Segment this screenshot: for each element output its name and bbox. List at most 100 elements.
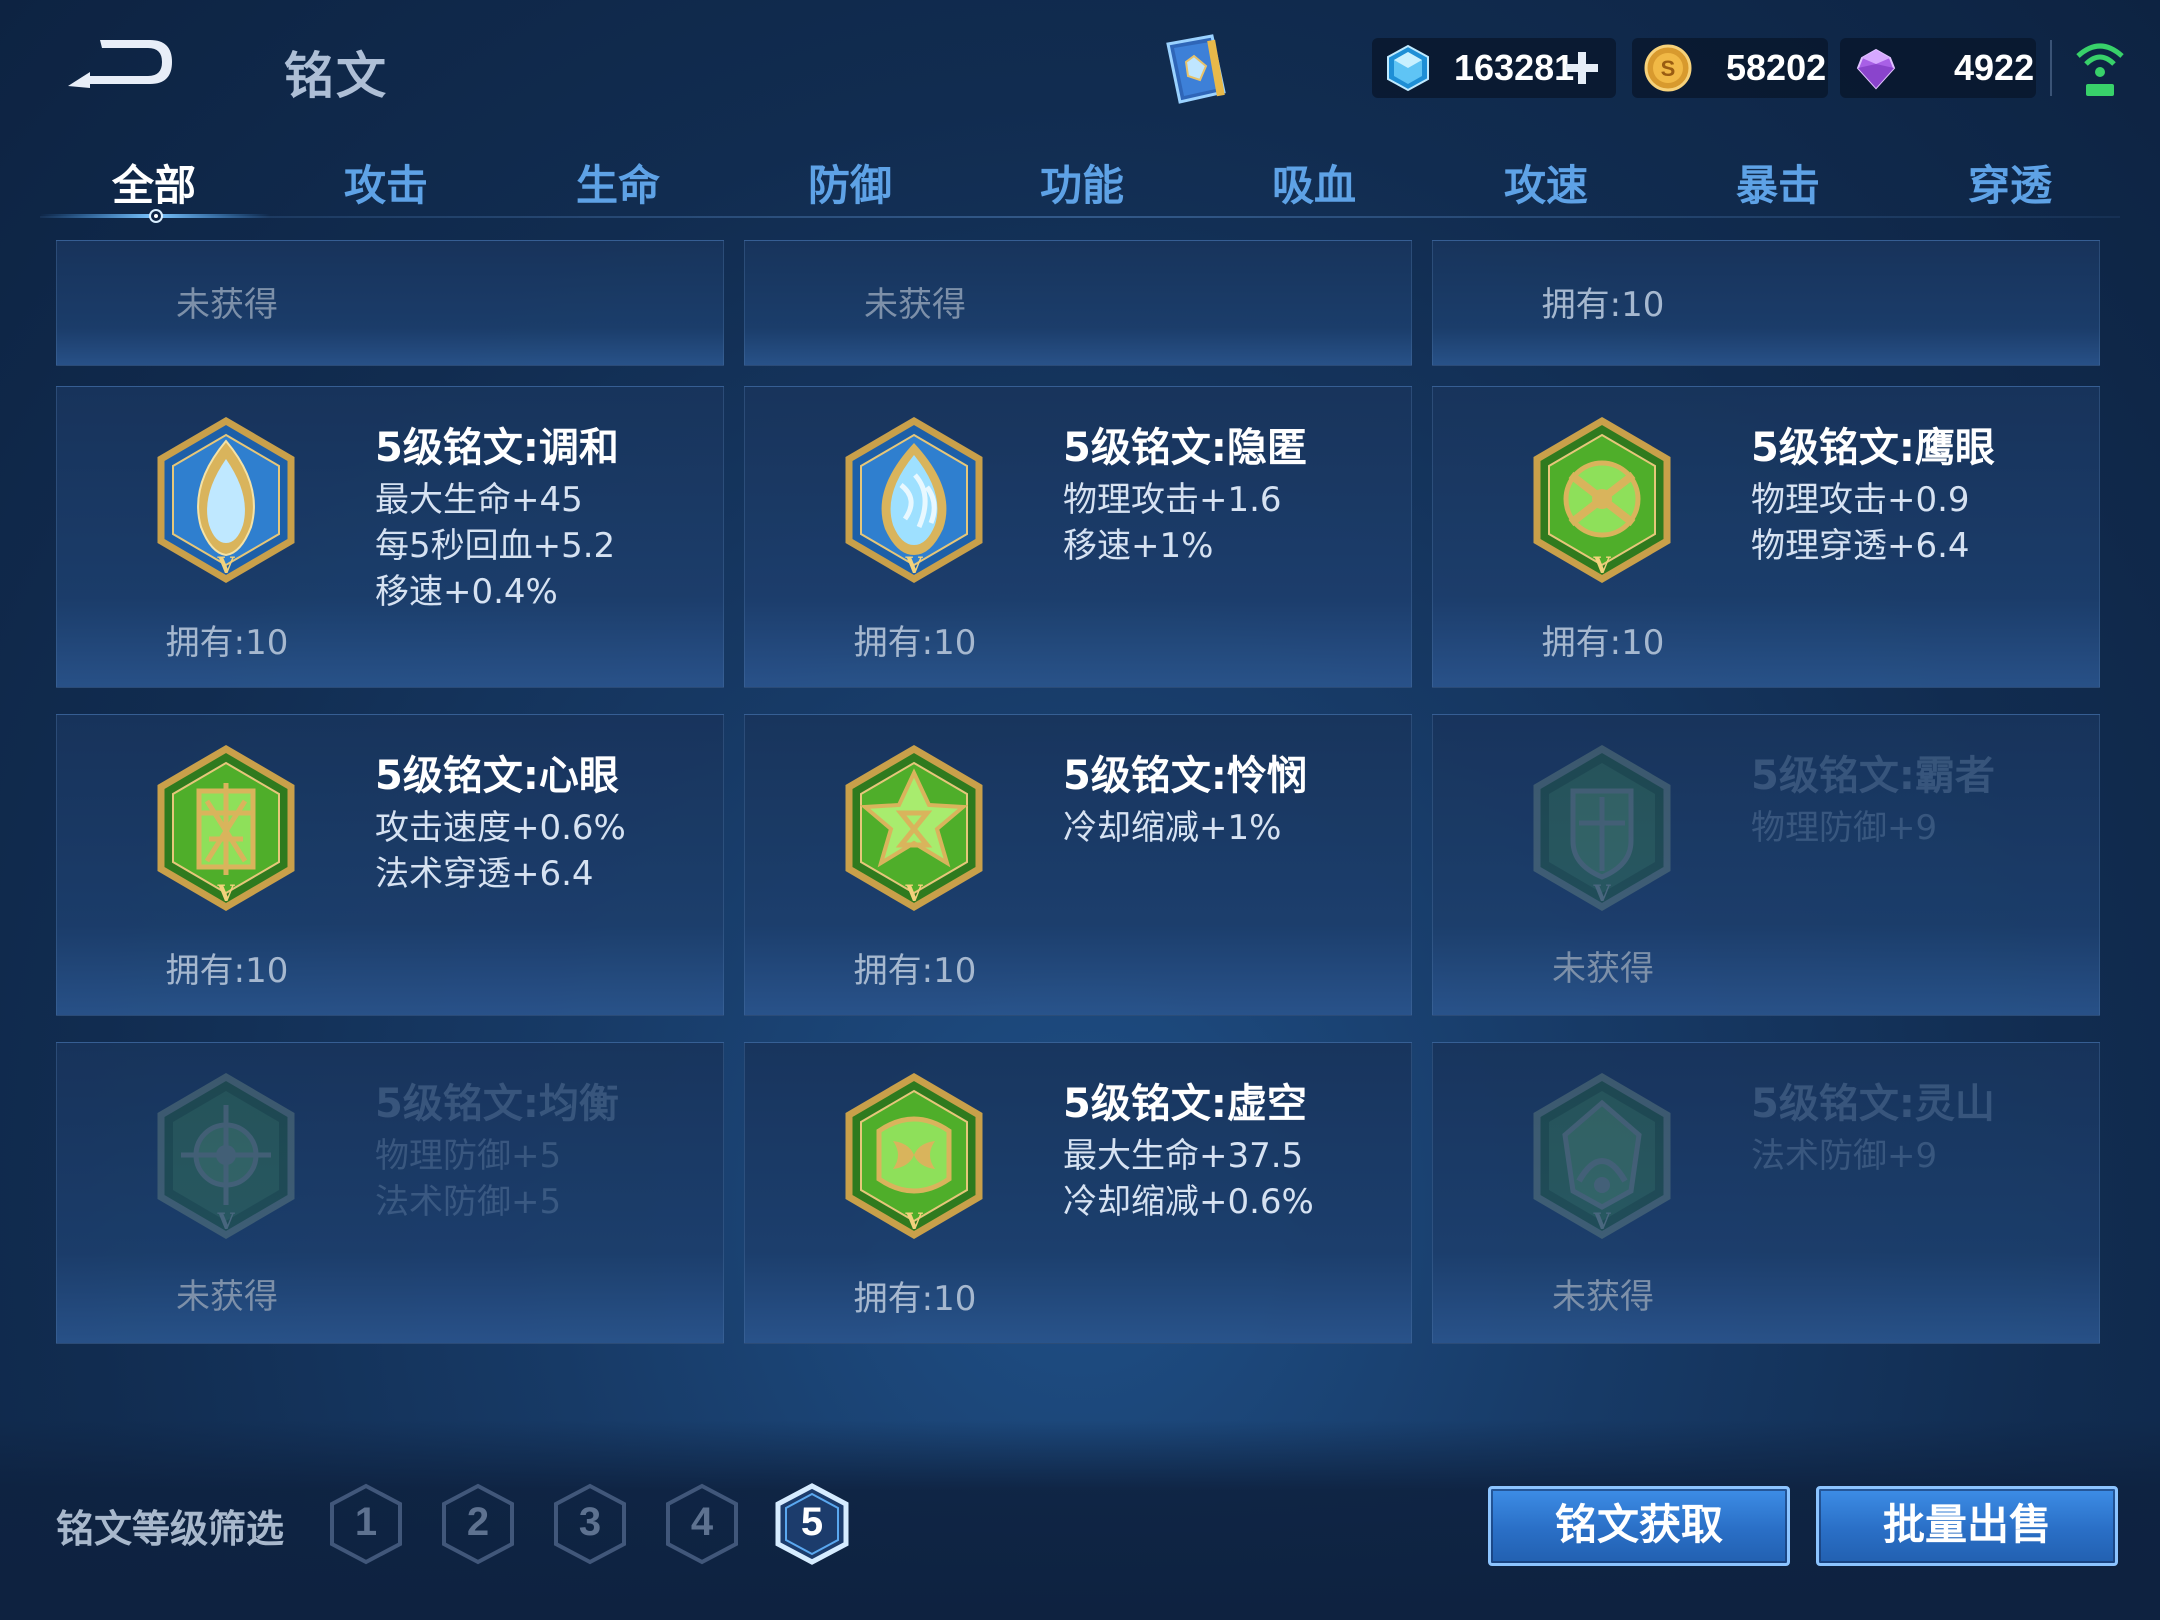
level-filter-5[interactable]: 5: [774, 1482, 850, 1566]
rune-stat: 冷却缩减+0.6%: [1063, 1182, 1314, 1222]
coin-amount: 58202: [1726, 47, 1827, 88]
level-number: 2: [466, 1500, 490, 1544]
diamond-currency: 163281: [1372, 38, 1616, 98]
rune-stat: 物理穿透+6.4: [1751, 526, 1970, 566]
svg-text:V: V: [216, 881, 235, 907]
rune-card[interactable]: 未获得: [744, 240, 1412, 366]
diamond-amount: 163281: [1454, 47, 1575, 88]
rune-card[interactable]: 未获得: [56, 240, 724, 366]
tab-penetration[interactable]: 穿透: [1920, 152, 2100, 213]
tab-health[interactable]: 生命: [528, 152, 708, 213]
owned-count: 拥有:10: [165, 623, 289, 663]
compassion-emblem-icon: V: [845, 744, 983, 912]
rune-name: 5级铭文:怜悯: [1063, 753, 1307, 799]
rune-card-mind-eye[interactable]: V 5级铭文:心眼 攻击速度+0.6% 法术穿透+6.4 拥有:10: [56, 714, 724, 1016]
level-number: 3: [578, 1500, 602, 1544]
rune-name: 5级铭文:霸者: [1751, 753, 1995, 799]
gold-coin-icon: S: [1644, 44, 1692, 92]
rune-card-balance[interactable]: V 5级铭文:均衡 物理防御+5 法术防御+5 未获得: [56, 1042, 724, 1344]
owned-status: 未获得: [864, 285, 966, 325]
bottom-bar: 铭文等级筛选 1 2 3 4 5 铭文获取 批量出售: [0, 1420, 2160, 1620]
rune-name: 5级铭文:隐匿: [1063, 425, 1307, 471]
tab-defense[interactable]: 防御: [760, 152, 940, 213]
void-emblem-icon: V: [845, 1072, 983, 1240]
back-button[interactable]: [62, 30, 182, 100]
svg-text:V: V: [216, 553, 235, 579]
tab-lifesteal[interactable]: 吸血: [1224, 152, 1404, 213]
harmony-emblem-icon: V: [157, 416, 295, 584]
rune-card-compassion[interactable]: V 5级铭文:怜悯 冷却缩减+1% 拥有:10: [744, 714, 1412, 1016]
add-currency-button[interactable]: [1562, 48, 1602, 88]
coin-currency: S 58202: [1632, 38, 1828, 98]
rune-name: 5级铭文:均衡: [375, 1081, 619, 1127]
rune-stats: 最大生命+37.5 冷却缩减+0.6%: [1063, 1133, 1314, 1225]
level-filter-label: 铭文等级筛选: [56, 1507, 285, 1551]
tab-attack[interactable]: 攻击: [296, 152, 476, 213]
rune-card-hawkeye[interactable]: V 5级铭文:鹰眼 物理攻击+0.9 物理穿透+6.4 拥有:10: [1432, 386, 2100, 688]
rune-stats: 法术防御+9: [1751, 1133, 1937, 1179]
header-divider: [2050, 40, 2052, 96]
owned-count: 拥有:10: [853, 623, 977, 663]
balance-emblem-icon: V: [157, 1072, 295, 1240]
owned-status: 未获得: [1552, 1277, 1654, 1317]
svg-text:S: S: [1661, 56, 1676, 81]
hawkeye-emblem-icon: V: [1533, 416, 1671, 584]
purple-gem-icon: [1856, 48, 1896, 90]
stealth-emblem-icon: V: [845, 416, 983, 584]
rune-stats: 物理防御+5 法术防御+5: [375, 1133, 561, 1225]
gem-currency: 4922: [1840, 38, 2036, 98]
rune-card-void[interactable]: V 5级铭文:虚空 最大生命+37.5 冷却缩减+0.6% 拥有:10: [744, 1042, 1412, 1344]
rune-name: 5级铭文:灵山: [1751, 1081, 1995, 1127]
rune-card-overlord[interactable]: V 5级铭文:霸者 物理防御+9 未获得: [1432, 714, 2100, 1016]
rune-book-icon[interactable]: [1150, 30, 1240, 110]
rune-stat: 最大生命+45: [375, 480, 583, 520]
rune-stat: 物理防御+5: [375, 1136, 562, 1176]
level-number: 5: [800, 1500, 824, 1544]
rune-card-stealth[interactable]: V 5级铭文:隐匿 物理攻击+1.6 移速+1% 拥有:10: [744, 386, 1412, 688]
bulk-sell-button[interactable]: 批量出售: [1816, 1486, 2118, 1566]
rune-stat: 攻击速度+0.6%: [375, 808, 626, 848]
level-filter-3[interactable]: 3: [552, 1482, 628, 1566]
tab-critical[interactable]: 暴击: [1688, 152, 1868, 213]
rune-stats: 攻击速度+0.6% 法术穿透+6.4: [375, 805, 626, 897]
owned-count: 拥有:10: [165, 951, 289, 991]
svg-text:V: V: [904, 881, 923, 907]
page-title: 铭文: [284, 47, 388, 105]
rune-card-harmony[interactable]: V 5级铭文:调和 最大生命+45 每5秒回血+5.2 移速+0.4% 拥有:1…: [56, 386, 724, 688]
owned-count: 拥有:10: [853, 951, 977, 991]
active-tab-indicator: [40, 209, 270, 223]
rune-stat: 移速+0.4%: [375, 572, 558, 612]
level-filter-2[interactable]: 2: [440, 1482, 516, 1566]
rune-stat: 物理攻击+1.6: [1063, 480, 1282, 520]
tab-attack-speed[interactable]: 攻速: [1456, 152, 1636, 213]
svg-text:V: V: [904, 553, 923, 579]
svg-text:V: V: [1592, 881, 1611, 907]
rune-grid: 未获得 未获得 拥有:10 V 5级铭文:调和 最大生命+45 每5秒回血+5.…: [0, 240, 2160, 1370]
rune-stat: 物理防御+9: [1751, 808, 1938, 848]
overlord-emblem-icon: V: [1533, 744, 1671, 912]
owned-status: 未获得: [176, 1277, 278, 1317]
owned-count: 拥有:10: [1541, 285, 1665, 325]
rune-stat: 移速+1%: [1063, 526, 1214, 566]
rune-stats: 物理攻击+1.6 移速+1%: [1063, 477, 1282, 569]
level-filter-4[interactable]: 4: [664, 1482, 740, 1566]
owned-status: 未获得: [176, 285, 278, 325]
obtain-rune-button[interactable]: 铭文获取: [1488, 1486, 1790, 1566]
rune-stat: 每5秒回血+5.2: [375, 526, 616, 566]
category-tabs: 全部 攻击 生命 防御 功能 吸血 攻速 暴击 穿透: [40, 140, 2120, 222]
network-signal-icon: [2076, 43, 2124, 96]
rune-stat: 法术防御+9: [1751, 1136, 1938, 1176]
tab-all[interactable]: 全部: [64, 152, 244, 213]
rune-stat: 冷却缩减+1%: [1063, 808, 1282, 848]
rune-card[interactable]: 拥有:10: [1432, 240, 2100, 366]
owned-count: 拥有:10: [1541, 623, 1665, 663]
back-arrow-icon: [68, 40, 172, 88]
rune-name: 5级铭文:心眼: [375, 753, 619, 799]
top-bar: 铭文 163281 S 58202 4922: [0, 0, 2160, 140]
rune-stat: 最大生命+37.5: [1063, 1136, 1304, 1176]
tab-utility[interactable]: 功能: [992, 152, 1172, 213]
rune-card-spirit-mountain[interactable]: V 5级铭文:灵山 法术防御+9 未获得: [1432, 1042, 2100, 1344]
level-filter-1[interactable]: 1: [328, 1482, 404, 1566]
tabs-divider: [40, 216, 2120, 218]
rune-name: 5级铭文:虚空: [1063, 1081, 1307, 1127]
